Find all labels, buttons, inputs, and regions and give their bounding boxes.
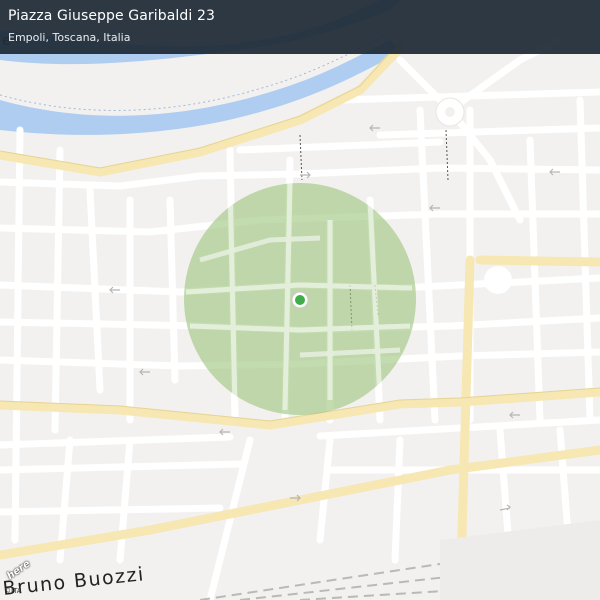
map-canvas[interactable]	[0, 0, 600, 600]
address-header: Piazza Giuseppe Garibaldi 23 Empoli, Tos…	[0, 0, 600, 54]
copyright-text: ©ITA	[4, 587, 22, 595]
address-title: Piazza Giuseppe Garibaldi 23	[8, 8, 215, 24]
major-road-east	[475, 255, 600, 267]
address-locality: Empoli, Toscana, Italia	[8, 31, 131, 44]
